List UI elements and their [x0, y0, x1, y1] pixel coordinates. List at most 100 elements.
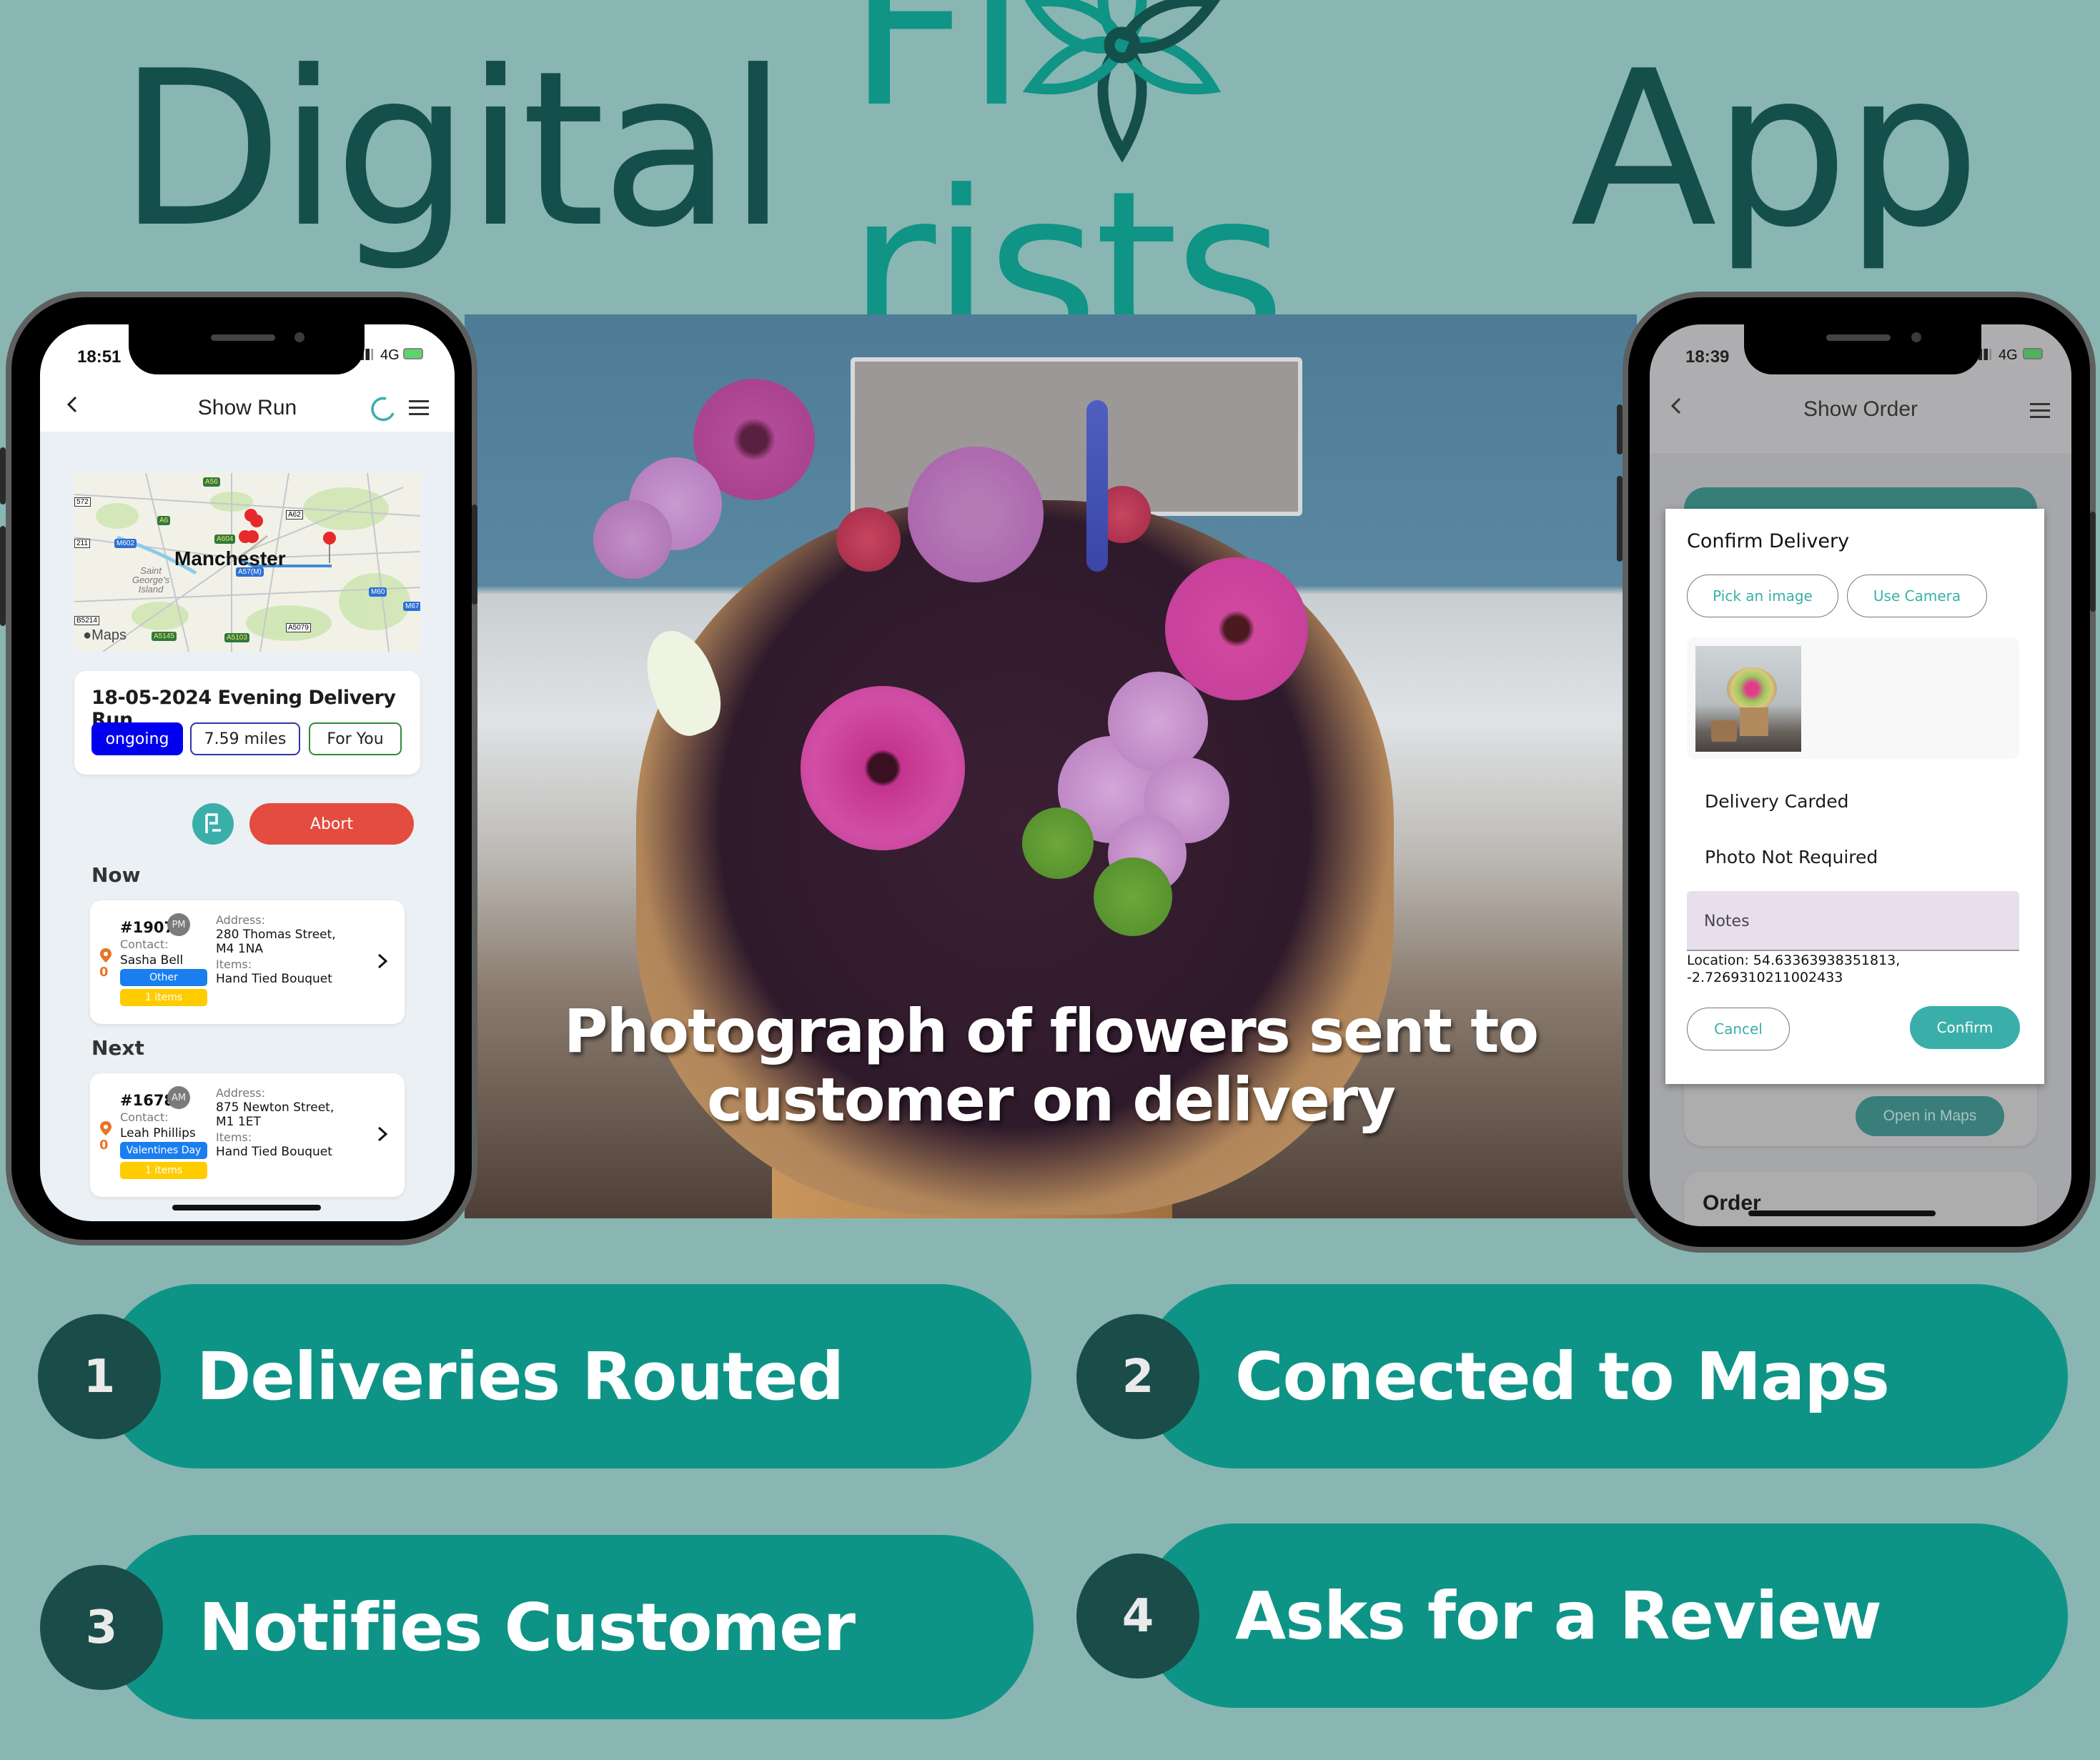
- flower-bloom: [1022, 807, 1094, 879]
- home-indicator: [172, 1205, 321, 1210]
- battery-icon: [2023, 348, 2043, 359]
- flower-icon: [1022, 0, 1222, 163]
- caption-line-2: customer on delivery: [707, 1065, 1396, 1135]
- address-line-1: 280 Thomas Street,: [216, 928, 336, 942]
- cancel-button[interactable]: Cancel: [1687, 1008, 1790, 1050]
- battery-icon: [403, 348, 423, 359]
- map-pin-icon[interactable]: [250, 514, 263, 527]
- flower-bloom: [1094, 857, 1172, 936]
- feature-number-badge: 3: [40, 1565, 163, 1690]
- stop-index: 0: [99, 965, 109, 980]
- road-label: M602: [114, 539, 137, 548]
- notes-input[interactable]: Notes: [1687, 891, 2019, 951]
- volume-button: [0, 447, 6, 504]
- road-label: B5214: [74, 616, 99, 625]
- volume-button: [1617, 476, 1623, 562]
- power-button: [2090, 512, 2096, 612]
- veronica-spike: [1086, 400, 1108, 572]
- apple-logo-icon: ●: [83, 627, 92, 643]
- power-button: [472, 504, 477, 605]
- map-pin-icon[interactable]: [323, 532, 336, 563]
- section-heading-now: Now: [91, 863, 141, 887]
- status-time: 18:51: [77, 347, 122, 367]
- open-in-maps-button[interactable]: Open in Maps: [1856, 1096, 2004, 1136]
- order-card[interactable]: 0 #1907 PM Contact: Sasha Bell Other 1 i…: [90, 900, 405, 1024]
- road-label: M67: [403, 602, 420, 611]
- title-word-app: App: [1570, 25, 1981, 274]
- feature-pill-3: 3 Notifies Customer: [40, 1535, 1034, 1719]
- chevron-right-icon[interactable]: [375, 1125, 390, 1143]
- flower-bloom: [593, 500, 672, 579]
- road-label: A62: [286, 510, 303, 519]
- dialog-title: Confirm Delivery: [1687, 530, 1850, 552]
- feature-label: Conected to Maps: [1235, 1338, 1890, 1415]
- maps-attribution: ●Maps: [83, 627, 127, 644]
- run-summary-card: 18-05-2024 Evening Delivery Run ongoing …: [74, 671, 420, 775]
- route-map[interactable]: Manchester Saint George's Island A56 572…: [74, 473, 420, 652]
- road-label: M60: [369, 587, 387, 597]
- flower-bloom: [1108, 672, 1208, 772]
- option-delivery-carded[interactable]: Delivery Carded: [1705, 791, 1848, 812]
- flower-bloom: [836, 507, 901, 572]
- delivery-photo-thumbnail[interactable]: [1695, 646, 1801, 752]
- location-line-2: -2.7269310211002433: [1687, 970, 1843, 985]
- photo-caption: Photograph of flowers sent to customer o…: [465, 997, 1637, 1134]
- items-value: Hand Tied Bouquet: [216, 972, 332, 986]
- location-readout: Location: 54.63363938351813, -2.72693102…: [1687, 952, 1900, 986]
- map-area-label: Saint George's Island: [132, 565, 170, 595]
- contact-name: Sasha Bell: [120, 953, 184, 968]
- road-label: 211: [74, 539, 90, 548]
- hamburger-menu-icon[interactable]: [409, 400, 429, 416]
- map-city-label: Manchester: [174, 547, 286, 570]
- map-pin-icon[interactable]: [246, 530, 259, 543]
- flower-bloom: [801, 686, 965, 850]
- title-word-digital: Digital: [118, 25, 788, 274]
- use-camera-button[interactable]: Use Camera: [1847, 575, 1987, 617]
- image-preview-area: [1687, 637, 2019, 759]
- left-phone-screen: 18:51 4G Show Run Manchester Saint Georg…: [40, 324, 455, 1221]
- order-id: #1907: [120, 919, 175, 936]
- address-line-1: 875 Newton Street,: [216, 1100, 335, 1115]
- contact-label: Contact:: [120, 1110, 169, 1124]
- feature-number-badge: 1: [38, 1314, 161, 1439]
- location-line-1: Location: 54.63363938351813,: [1687, 953, 1901, 968]
- address-line-2: M1 1ET: [216, 1115, 261, 1129]
- page-title: Show Order: [1803, 397, 1918, 421]
- road-label: A5079: [286, 623, 311, 632]
- address-line-2: M4 1NA: [216, 942, 264, 956]
- notch: [129, 324, 365, 374]
- time-slot-avatar: AM: [167, 1086, 190, 1109]
- pick-image-button[interactable]: Pick an image: [1687, 575, 1838, 617]
- road-label: 572: [74, 497, 91, 507]
- time-slot-avatar: PM: [167, 913, 190, 936]
- volume-button: [1617, 404, 1623, 454]
- feature-label: Notifies Customer: [199, 1589, 856, 1666]
- feature-label: Deliveries Routed: [197, 1338, 844, 1415]
- stop-index: 0: [99, 1138, 109, 1153]
- items-label: Items:: [216, 1130, 252, 1144]
- title-word-florists-prefix: Fl: [847, 0, 1026, 155]
- volume-button: [0, 526, 6, 626]
- contact-label: Contact:: [120, 938, 169, 951]
- option-photo-not-required[interactable]: Photo Not Required: [1705, 847, 1878, 867]
- occasion-tag: Other: [120, 969, 207, 986]
- chevron-right-icon[interactable]: [375, 952, 390, 970]
- confirm-button[interactable]: Confirm: [1910, 1006, 2020, 1049]
- status-time: 18:39: [1685, 347, 1730, 367]
- dimmed-order-card: Order Order ID #1808: [1684, 1171, 2037, 1226]
- flag-button[interactable]: [192, 803, 234, 845]
- status-network: 4G: [380, 347, 400, 363]
- home-indicator: [1748, 1210, 1936, 1216]
- notch: [1744, 324, 1981, 374]
- order-card[interactable]: 0 #1678 AM Contact: Leah Phillips Valent…: [90, 1073, 405, 1197]
- feature-pill-2: 2 Conected to Maps: [1076, 1284, 2068, 1468]
- feature-number-badge: 4: [1076, 1553, 1199, 1679]
- abort-button[interactable]: Abort: [249, 803, 414, 845]
- items-value: Hand Tied Bouquet: [216, 1145, 332, 1159]
- address-label: Address:: [216, 913, 266, 927]
- hamburger-menu-icon[interactable]: [2030, 403, 2050, 419]
- road-label: A604: [214, 535, 236, 544]
- items-label: Items:: [216, 958, 252, 971]
- right-phone-screen: 18:39 4G Show Order Open in Maps Order O…: [1650, 324, 2071, 1226]
- flag-icon: [205, 813, 221, 833]
